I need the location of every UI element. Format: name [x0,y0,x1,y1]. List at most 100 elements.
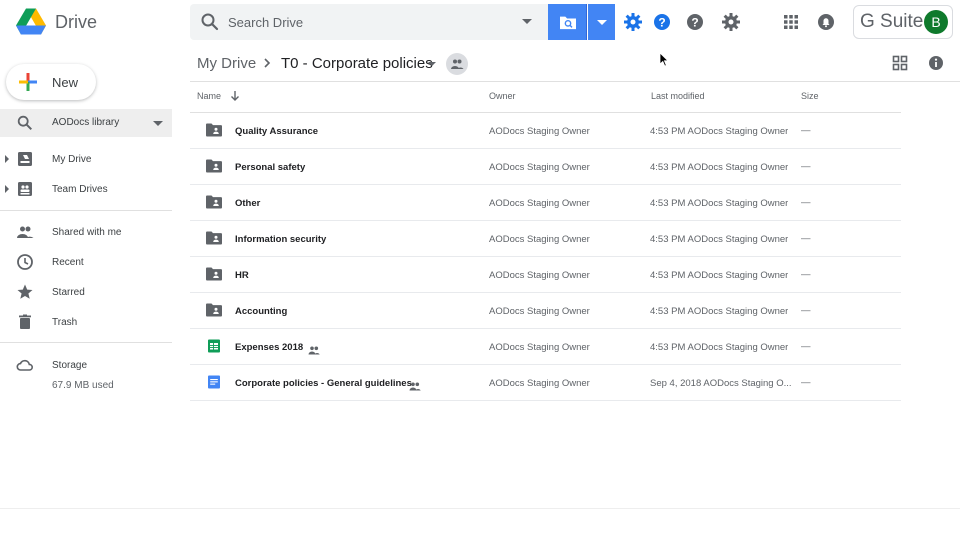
sidebar-item-label: My Drive [52,154,92,165]
sidebar-item-label: Starred [52,287,85,298]
column-header-size[interactable]: Size [801,91,819,101]
header-divider [190,81,960,82]
file-name[interactable]: Information security [235,234,326,245]
grid-view-icon[interactable] [892,55,908,71]
file-size: — [801,125,811,136]
file-last-modified: 4:53 PM AODocs Staging Owner [650,342,789,353]
mouse-cursor-icon [659,52,669,67]
column-header-owner[interactable]: Owner [489,91,516,101]
aodocs-search-button[interactable] [548,4,587,40]
app-name[interactable]: Drive [55,12,97,33]
info-icon[interactable] [928,55,944,71]
file-size: — [801,377,811,388]
plus-icon [19,73,37,91]
file-owner: AODocs Staging Owner [489,126,590,137]
new-button[interactable]: New [6,64,96,100]
aodocs-help-icon[interactable]: ? [652,12,672,32]
file-name[interactable]: Personal safety [235,162,305,173]
shared-people-icon [308,342,320,355]
table-row[interactable]: Accounting AODocs Staging Owner 4:53 PM AO… [190,293,901,329]
help-icon[interactable]: ? [685,12,705,32]
aodocs-settings-gear-icon[interactable] [623,12,643,32]
settings-gear-icon[interactable] [721,12,741,32]
search-input[interactable] [228,10,498,34]
aodocs-library-selector[interactable]: AODocs library [0,109,172,137]
breadcrumb-current-folder[interactable]: T0 - Corporate policies [281,55,433,72]
table-row[interactable]: Information security AODocs Staging Owner… [190,221,901,257]
aodocs-dropdown-button[interactable] [588,4,615,40]
trash-icon [19,314,31,329]
footer-divider [0,508,960,509]
svg-text:?: ? [691,16,698,30]
file-name[interactable]: Other [235,198,260,209]
sidebar-item-trash[interactable]: Trash [0,309,172,335]
file-name[interactable]: HR [235,270,249,281]
sidebar-item-storage[interactable]: Storage [0,352,172,378]
file-size: — [801,341,811,352]
expand-caret-icon[interactable] [5,185,9,193]
file-owner: AODocs Staging Owner [489,306,590,317]
svg-text:?: ? [658,16,665,30]
search-icon [17,115,33,131]
file-owner: AODocs Staging Owner [489,378,590,389]
avatar[interactable]: B [924,10,948,34]
column-header-last-modified[interactable]: Last modified [651,91,705,101]
team-drives-icon [18,182,32,196]
sidebar-item-team-drives[interactable]: Team Drives [0,176,172,202]
shared-folder-icon [206,303,222,317]
file-size: — [801,161,811,172]
shared-folder-icon [206,267,222,281]
file-size: — [801,269,811,280]
file-last-modified: 4:53 PM AODocs Staging Owner [650,198,789,209]
table-row[interactable]: HR AODocs Staging Owner 4:53 PM AODocs Sta… [190,257,901,293]
file-last-modified: 4:53 PM AODocs Staging Owner [650,126,789,137]
file-last-modified: 4:53 PM AODocs Staging Owner [650,162,789,173]
table-row[interactable]: Expenses 2018 AODocs Staging Owner 4:53 PM… [190,329,901,365]
notifications-bell-icon[interactable] [816,12,836,32]
folder-search-icon [560,16,576,30]
sidebar-item-my-drive[interactable]: My Drive [0,146,172,172]
gsuite-label: G Suite [860,11,924,32]
sidebar-divider [0,210,172,211]
sidebar-item-starred[interactable]: Starred [0,279,172,305]
drive-logo-icon[interactable] [16,8,46,36]
sidebar-item-label: Storage [52,360,88,371]
expand-caret-icon[interactable] [5,155,9,163]
sidebar-item-recent[interactable]: Recent [0,249,172,275]
shared-folder-icon [206,195,222,209]
file-size: — [801,233,811,244]
apps-grid-icon[interactable] [781,12,801,32]
shared-folder-icon [206,123,222,137]
people-icon [451,59,464,69]
chevron-down-icon[interactable] [428,62,436,66]
search-options-icon[interactable] [522,19,532,24]
sidebar-item-shared-with-me[interactable]: Shared with me [0,219,172,245]
chevron-down-icon [597,20,607,25]
file-name[interactable]: Expenses 2018 [235,342,303,353]
table-row[interactable]: Quality Assurance AODocs Staging Owner 4:5… [190,113,901,149]
table-row[interactable]: Other AODocs Staging Owner 4:53 PM AODocs … [190,185,901,221]
gsuite-account-box[interactable]: G Suite B [853,5,953,39]
chevron-right-icon [264,58,271,68]
shared-people-icon [409,378,421,391]
sidebar-item-label: Shared with me [52,227,122,238]
file-name[interactable]: Accounting [235,306,287,317]
shared-folder-badge[interactable] [446,53,468,75]
sidebar-item-label: Trash [52,317,78,328]
table-row[interactable]: Corporate policies - General guidelines A… [190,365,901,401]
sidebar-divider [0,342,172,343]
search-bar[interactable] [190,4,548,40]
storage-used-text: 67.9 MB used [52,380,114,391]
search-icon[interactable] [200,12,220,32]
file-last-modified: 4:53 PM AODocs Staging Owner [650,270,789,281]
top-bar: Drive ? ? [0,0,960,44]
chevron-down-icon[interactable] [153,121,163,126]
table-row[interactable]: Personal safety AODocs Staging Owner 4:53 … [190,149,901,185]
file-name[interactable]: Corporate policies - General guidelines [235,378,412,389]
sort-arrow-down-icon[interactable] [230,90,240,102]
breadcrumb-my-drive[interactable]: My Drive [197,55,256,72]
file-name[interactable]: Quality Assurance [235,126,318,137]
shared-folder-icon [206,231,222,245]
column-header-name[interactable]: Name [197,91,221,101]
google-sheets-icon [206,339,222,353]
